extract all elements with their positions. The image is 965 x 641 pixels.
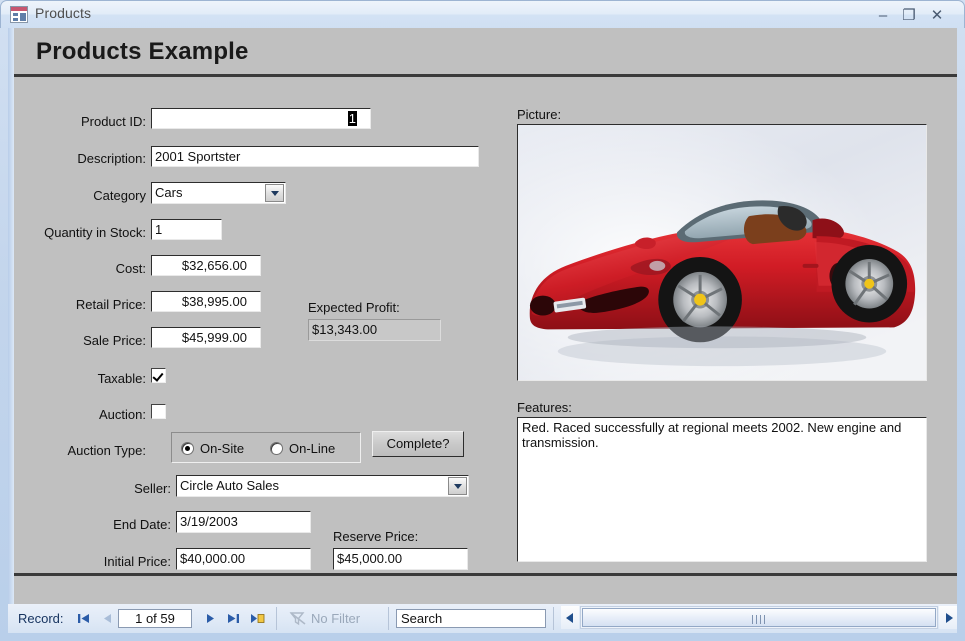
minimize-icon: – [878,7,888,24]
new-record-button[interactable] [248,609,267,628]
complete-button[interactable]: Complete? [372,431,464,457]
last-record-button[interactable] [224,609,243,628]
cost-label: Cost: [115,261,146,276]
picture-label: Picture: [517,107,562,122]
previous-record-button[interactable] [98,609,117,628]
cost-input[interactable]: $32,656.00 [151,255,261,276]
retail-price-input[interactable]: $38,995.00 [151,291,261,312]
initial-price-input[interactable]: $40,000.00 [176,548,311,570]
scroll-right-button[interactable] [939,606,957,629]
no-filter-label: No Filter [311,611,361,626]
seller-label: Seller: [134,481,171,496]
window-title-bar[interactable]: Products – ❐ ✕ [0,0,965,28]
category-combobox[interactable]: Cars [151,182,286,204]
record-position-input[interactable]: 1 of 59 [118,609,192,628]
auction-type-radio-on-line[interactable] [270,442,283,455]
seller-combobox[interactable]: Circle Auto Sales [176,475,469,497]
scroll-left-button[interactable] [561,606,579,629]
footer-divider [14,573,957,576]
category-label: Category [93,188,146,203]
auction-type-label: Auction Type: [67,443,146,458]
auction-type-radio-on-site[interactable] [181,442,194,455]
window-title: Products [35,5,92,21]
sale-price-label: Sale Price: [83,333,146,348]
end-date-label: End Date: [113,517,171,532]
form-client-area: Products Example Product ID: 1 Descripti… [8,28,957,632]
reserve-price-input[interactable]: $45,000.00 [333,548,468,570]
product-id-label: Product ID: [80,114,146,129]
category-value: Cars [155,185,183,200]
restore-button[interactable]: ❐ [898,8,920,24]
quantity-in-stock-input[interactable]: 1 [151,219,222,240]
product-id-value: 1 [347,111,357,126]
close-icon: ✕ [930,7,944,24]
auction-type-option-on-site-label: On-Site [200,441,245,456]
scrollbar-grip-icon [752,615,766,624]
page-title: Products Example [36,38,249,65]
record-navigator: Record: 1 of 59 No Filter Search [8,604,957,633]
first-record-button[interactable] [74,609,93,628]
chevron-down-icon[interactable] [448,477,467,495]
taxable-checkbox[interactable] [151,368,166,383]
horizontal-scrollbar[interactable] [561,606,957,631]
chevron-down-icon[interactable] [265,184,284,202]
filter-funnel-icon [289,611,307,626]
header-divider [14,74,957,77]
record-label: Record: [18,611,64,626]
end-date-input[interactable]: 3/19/2003 [176,511,311,533]
auction-type-option-on-line-label: On-Line [289,441,336,456]
auction-type-option-group: On-Site On-Line [171,432,361,463]
expected-profit-label: Expected Profit: [308,300,400,315]
close-button[interactable]: ✕ [926,8,948,24]
features-label: Features: [517,400,572,415]
next-record-button[interactable] [201,609,220,628]
expected-profit-value: $13,343.00 [308,319,441,341]
description-input[interactable]: 2001 Sportster [151,146,479,167]
scrollbar-track[interactable] [580,606,938,629]
search-input[interactable]: Search [396,609,546,628]
initial-price-label: Initial Price: [103,554,171,569]
access-form-icon [10,6,28,23]
auction-checkbox[interactable] [151,404,166,419]
minimize-button[interactable]: – [872,8,894,24]
no-filter-button[interactable]: No Filter [285,608,360,629]
description-label: Description: [77,151,146,166]
red-convertible-sports-car-image [518,125,926,380]
sale-price-input[interactable]: $45,999.00 [151,327,261,348]
form-body: Products Example Product ID: 1 Descripti… [14,28,957,632]
scrollbar-thumb[interactable] [582,608,936,627]
retail-price-label: Retail Price: [75,297,146,312]
form-header: Products Example [14,28,957,75]
product-id-input[interactable]: 1 [151,108,371,129]
reserve-price-label: Reserve Price: [333,529,419,544]
seller-value: Circle Auto Sales [180,478,279,493]
features-textarea[interactable]: Red. Raced successfully at regional meet… [517,417,927,562]
restore-icon: ❐ [902,7,916,24]
access-form-window: Products – ❐ ✕ Products Example Product … [0,0,965,641]
quantity-in-stock-label: Quantity in Stock: [44,225,146,240]
auction-label: Auction: [99,407,146,422]
taxable-label: Taxable: [97,371,146,386]
picture-frame[interactable] [517,124,927,381]
